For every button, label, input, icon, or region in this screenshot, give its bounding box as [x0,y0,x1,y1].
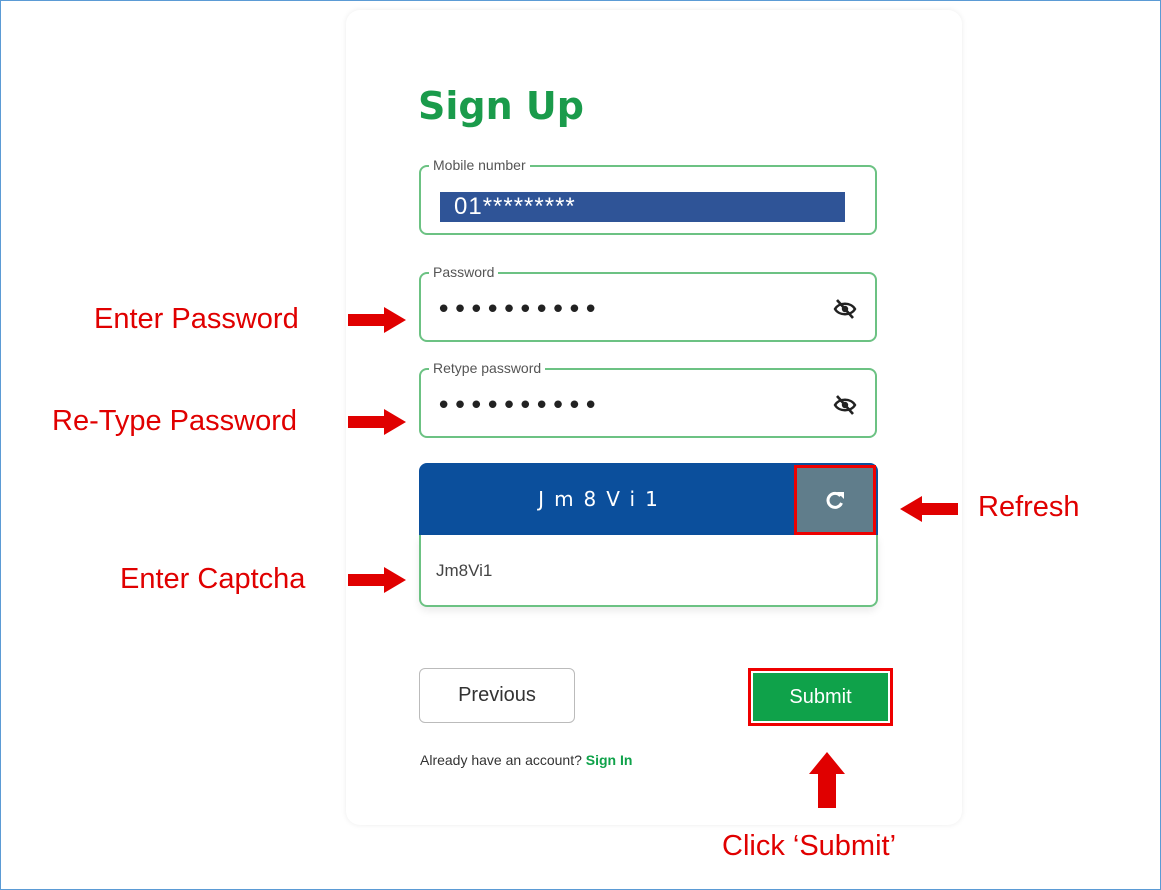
annotation-enter-captcha: Enter Captcha [120,563,306,595]
annotation-retype-password: Re-Type Password [52,405,297,437]
arrow-left-icon [900,496,958,522]
submit-button[interactable]: Submit [753,673,888,721]
password-label: Password [429,264,499,280]
mobile-value: 01********* [440,192,845,222]
arrow-right-icon [348,409,406,435]
signin-prompt: Already have an account? Sign In [420,752,632,768]
arrow-right-icon [348,307,406,333]
eye-slash-icon[interactable] [833,298,857,320]
retype-password-input[interactable] [421,386,838,426]
retype-password-label: Retype password [429,360,546,376]
annotation-enter-password: Enter Password [94,303,299,335]
password-field: Password [419,264,877,342]
eye-slash-icon[interactable] [833,394,857,416]
signin-link[interactable]: Sign In [586,752,633,768]
captcha-text: Jm8Vi1 [538,487,668,511]
password-input[interactable] [421,290,838,330]
captcha-input[interactable] [421,535,878,607]
page-title: Sign Up [418,84,584,128]
refresh-captcha-button[interactable] [794,465,876,535]
annotation-click-submit: Click ‘Submit’ [722,830,897,862]
mobile-field[interactable]: Mobile number 01********* [419,157,877,235]
arrow-right-icon [348,567,406,593]
mobile-label: Mobile number [429,157,530,173]
arrow-up-icon [809,752,845,808]
retype-password-field: Retype password [419,360,877,438]
captcha-field [419,535,878,607]
account-prompt-text: Already have an account? [420,752,582,768]
previous-button[interactable]: Previous [419,668,575,723]
annotation-refresh: Refresh [978,491,1080,523]
